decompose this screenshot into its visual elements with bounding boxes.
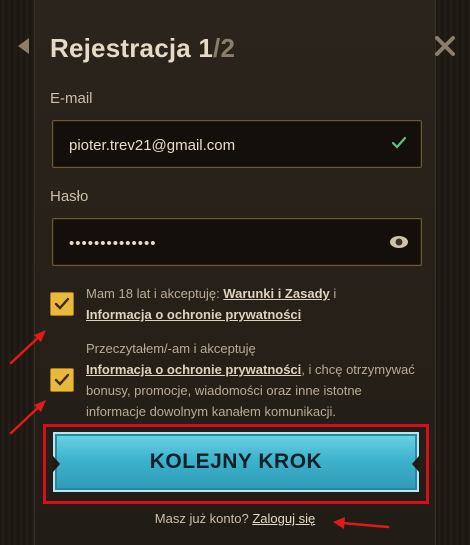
terms-link[interactable]: Warunki i Zasady — [223, 286, 329, 301]
password-input[interactable] — [67, 219, 371, 267]
age-terms-checkbox[interactable] — [50, 292, 74, 316]
privacy-link-1[interactable]: Informacja o ochronie prywatności — [86, 307, 301, 322]
annotation-arrow-1 — [9, 330, 46, 365]
marketing-checkbox[interactable] — [50, 368, 74, 392]
eye-icon[interactable] — [389, 234, 409, 250]
next-step-button[interactable]: KOLEJNY KROK — [53, 432, 419, 492]
login-question: Masz już konto? — [154, 511, 253, 526]
password-field-box — [52, 218, 422, 267]
close-icon[interactable] — [434, 35, 456, 57]
consent2-text: Przeczytałem/-am i akceptuję — [86, 341, 256, 356]
login-link[interactable]: Zaloguj się — [252, 511, 315, 526]
checkbox-check-icon — [54, 373, 70, 386]
left-frame — [0, 0, 35, 545]
email-input[interactable] — [67, 121, 371, 169]
consent1-conjunction: i — [329, 286, 337, 301]
right-frame — [435, 0, 470, 545]
title-step: Rejestracja 1 — [50, 33, 214, 63]
annotation-arrow-3 — [333, 517, 390, 529]
checkbox-check-icon — [54, 297, 70, 310]
age-terms-text: Mam 18 lat i akceptuję: Warunki i Zasady… — [86, 283, 416, 325]
page-title: Rejestracja 1/2 — [50, 33, 235, 64]
title-total: 2 — [220, 33, 236, 63]
next-step-label: KOLEJNY KROK — [149, 450, 323, 473]
consent1-text: Mam 18 lat i akceptuję: — [86, 286, 224, 301]
marketing-text: Przeczytałem/-am i akceptuję Informacja … — [86, 338, 416, 422]
email-label: E-mail — [50, 90, 93, 107]
password-label: Hasło — [50, 188, 89, 205]
email-field-box — [52, 120, 422, 169]
login-prompt: Masz już konto? Zaloguj się — [0, 511, 470, 526]
checkmark-valid-icon — [391, 136, 407, 149]
button-notch-right — [412, 456, 419, 472]
privacy-link-2[interactable]: Informacja o ochronie prywatności — [86, 362, 301, 377]
back-arrow-icon[interactable] — [18, 38, 29, 54]
button-notch-left — [53, 456, 60, 472]
